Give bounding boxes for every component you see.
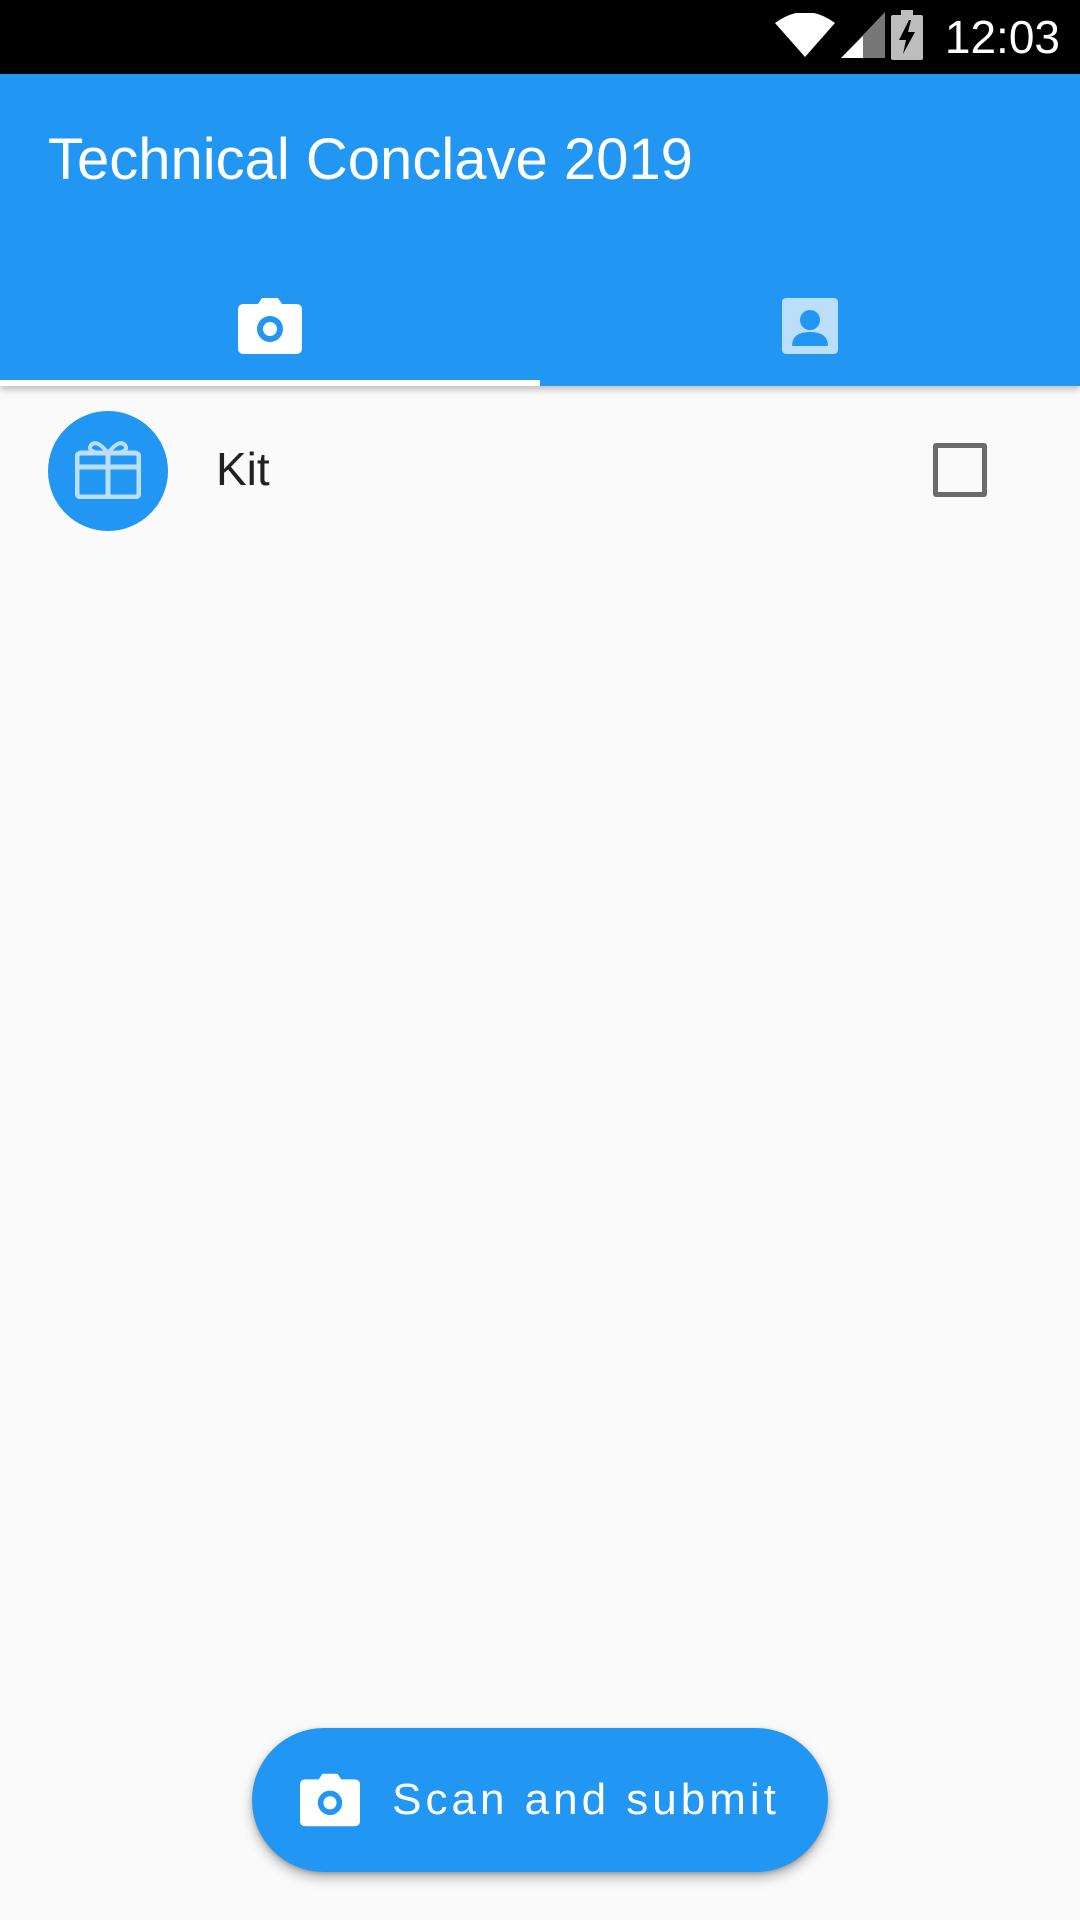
camera-icon [300,1773,361,1827]
status-bar: 12:03 [0,0,1080,74]
list-item[interactable]: Kit [0,386,1080,554]
app-bar: Technical Conclave 2019 [0,74,1080,386]
battery-charging-icon [890,9,923,65]
scan-and-submit-label: Scan and submit [392,1775,780,1824]
page-title: Technical Conclave 2019 [48,127,693,192]
status-icons [774,0,923,74]
scan-and-submit-button[interactable]: Scan and submit [252,1728,828,1872]
camera-icon [238,297,302,359]
contact-icon [782,297,838,359]
item-list: Kit [0,386,1080,554]
tab-bar [0,270,1080,386]
tab-profile[interactable] [540,270,1080,386]
avatar [48,411,168,531]
gift-icon [74,439,142,504]
status-time: 12:03 [944,11,1060,63]
list-item-label: Kit [216,443,270,495]
cell-signal-icon [840,11,885,63]
tab-scan[interactable] [0,270,540,386]
item-checkbox[interactable] [933,443,987,497]
wifi-icon [774,11,835,62]
